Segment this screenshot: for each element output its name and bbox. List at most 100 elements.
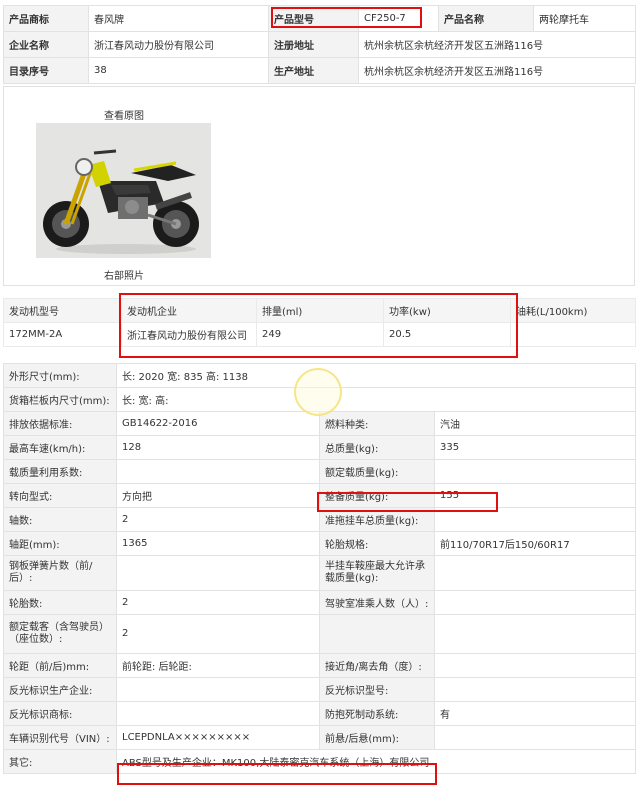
engine-table: 发动机型号 发动机企业 排量(ml) 功率(kw) 油耗(L/100km) 17… <box>3 298 636 347</box>
spec-label-left: 排放依据标准: <box>3 411 117 436</box>
power-header: 功率(kw) <box>383 298 511 323</box>
prod-address-label: 生产地址 <box>268 57 359 84</box>
spec-label-right: 燃料种类: <box>319 411 435 436</box>
spec-value-left: 2 <box>116 590 320 615</box>
specs-table: 外形尺寸(mm): 长: 2020 宽: 835 高: 1138 货箱栏板内尺寸… <box>3 363 637 774</box>
company-value: 浙江春风动力股份有限公司 <box>88 31 269 58</box>
spec-value-right: 汽油 <box>433 411 637 436</box>
spec-label-right: 反光标识型号: <box>319 677 435 702</box>
other-value: ABS型号及生产企业：MK100,大陆泰密克汽车系统（上海）有限公司 <box>115 749 637 774</box>
spec-label-left: 车辆识别代号（VIN）: <box>3 725 117 750</box>
product-name-label: 产品名称 <box>438 5 534 32</box>
trademark-value: 春风牌 <box>88 5 269 32</box>
spec-label-left: 最高车速(km/h): <box>3 435 117 460</box>
motorcycle-photo[interactable] <box>36 123 211 258</box>
spec-value-left: 2 <box>116 614 320 654</box>
model-value: CF250-7 <box>358 5 439 32</box>
spec-value-left: 1365 <box>116 531 320 556</box>
spec-value-left: 2 <box>116 507 320 532</box>
spec-value-left <box>116 677 320 702</box>
engine-model-header: 发动机型号 <box>3 298 122 323</box>
photo-caption: 右部照片 <box>104 271 144 282</box>
spec-value-right <box>433 614 637 654</box>
spec-row: 钢板弹簧片数（前/后）: 半挂车鞍座最大允许承载质量(kg): <box>3 555 637 591</box>
spec-label-right: 防抱死制动系统: <box>319 701 435 726</box>
spec-label-left: 轴距(mm): <box>3 531 117 556</box>
spec-value-left <box>116 701 320 726</box>
other-label: 其它: <box>3 749 117 774</box>
engine-header-row: 发动机型号 发动机企业 排量(ml) 功率(kw) 油耗(L/100km) <box>3 298 636 323</box>
engine-data-row: 172MM-2A 浙江春风动力股份有限公司 249 20.5 <box>3 322 636 347</box>
spec-label-right: 前悬/后悬(mm): <box>319 725 435 750</box>
spec-label-left: 钢板弹簧片数（前/后）: <box>3 555 117 591</box>
spec-label-left: 转向型式: <box>3 483 117 508</box>
reg-address-label: 注册地址 <box>268 31 359 58</box>
spec-row: 轴距(mm): 1365 轮胎规格: 前110/70R17后150/60R17 <box>3 531 637 556</box>
spec-value-left: 前轮距: 后轮距: <box>116 653 320 678</box>
spec-label-left: 反光标识生产企业: <box>3 677 117 702</box>
spec-label-right: 整备质量(kg): <box>319 483 435 508</box>
spec-value-right <box>433 653 637 678</box>
spec-value-right <box>433 555 637 591</box>
spec-label-right: 额定载质量(kg): <box>319 459 435 484</box>
spec-value-right <box>433 677 637 702</box>
spec-label-right: 轮胎规格: <box>319 531 435 556</box>
spec-value-left <box>116 459 320 484</box>
spec-value-left <box>116 555 320 591</box>
spec-label-right <box>319 614 435 654</box>
spec-label-left: 轮距（前/后)mm: <box>3 653 117 678</box>
engine-model-value: 172MM-2A <box>3 322 122 347</box>
company-label: 企业名称 <box>3 31 89 58</box>
spec-row-other: 其它: ABS型号及生产企业：MK100,大陆泰密克汽车系统（上海）有限公司 <box>3 749 637 774</box>
spec-row: 额定载客（含驾驶员）（座位数）: 2 <box>3 614 637 654</box>
cursor-highlight <box>294 368 342 416</box>
spec-label-right: 驾驶室准乘人数（人）: <box>319 590 435 615</box>
spec-label-left: 额定载客（含驾驶员）（座位数）: <box>3 614 117 654</box>
fuel-consumption-header: 油耗(L/100km) <box>510 298 636 323</box>
catalog-no-value: 38 <box>88 57 269 84</box>
cargo-value: 长: 宽: 高: <box>115 387 637 412</box>
spec-value-left: 128 <box>116 435 320 460</box>
spec-label-left: 反光标识商标: <box>3 701 117 726</box>
cargo-label: 货箱栏板内尺寸(mm): <box>3 387 117 412</box>
trademark-label: 产品商标 <box>3 5 89 32</box>
spec-row: 转向型式: 方向把 整备质量(kg): 155 <box>3 483 637 508</box>
spec-value-right: 155 <box>433 483 637 508</box>
spec-value-right <box>433 507 637 532</box>
spec-row: 轴数: 2 准拖挂车总质量(kg): <box>3 507 637 532</box>
spec-row: 反光标识商标: 防抱死制动系统: 有 <box>3 701 637 726</box>
spec-value-left: 方向把 <box>116 483 320 508</box>
engine-company-header: 发动机企业 <box>121 298 257 323</box>
displacement-header: 排量(ml) <box>256 298 384 323</box>
spec-label-left: 轮胎数: <box>3 590 117 615</box>
product-name-value: 两轮摩托车 <box>533 5 636 32</box>
dimensions-label: 外形尺寸(mm): <box>3 363 117 388</box>
spec-value-right <box>433 459 637 484</box>
view-original-link[interactable]: 查看原图 <box>104 107 144 122</box>
reg-address-value: 杭州余杭区余杭经济开发区五洲路116号 <box>358 31 636 58</box>
spec-label-left: 载质量利用系数: <box>3 459 117 484</box>
spec-row: 轮胎数: 2 驾驶室准乘人数（人）: <box>3 590 637 615</box>
spec-value-left: GB14622-2016 <box>116 411 320 436</box>
catalog-no-label: 目录序号 <box>3 57 89 84</box>
info-row-trademark: 产品商标 春风牌 产品型号 CF250-7 产品名称 两轮摩托车 <box>3 5 636 32</box>
spec-row: 反光标识生产企业: 反光标识型号: <box>3 677 637 702</box>
prod-address-value: 杭州余杭区余杭经济开发区五洲路116号 <box>358 57 636 84</box>
fuel-consumption-value <box>510 322 636 347</box>
spec-label-right: 接近角/离去角（度）: <box>319 653 435 678</box>
spec-label-right: 准拖挂车总质量(kg): <box>319 507 435 532</box>
spec-row: 车辆识别代号（VIN）: LCEPDNLA××××××××× 前悬/后悬(mm): <box>3 725 637 750</box>
spec-row: 最高车速(km/h): 128 总质量(kg): 335 <box>3 435 637 460</box>
spec-row: 载质量利用系数: 额定载质量(kg): <box>3 459 637 484</box>
dimensions-value: 长: 2020 宽: 835 高: 1138 <box>115 363 637 388</box>
spec-label-right: 半挂车鞍座最大允许承载质量(kg): <box>319 555 435 591</box>
engine-company-value: 浙江春风动力股份有限公司 <box>121 322 257 347</box>
motorcycle-image <box>36 123 211 258</box>
basic-info-table: 产品商标 春风牌 产品型号 CF250-7 产品名称 两轮摩托车 企业名称 浙江… <box>3 5 636 84</box>
spec-value-right: 335 <box>433 435 637 460</box>
spec-value-left: LCEPDNLA××××××××× <box>116 725 320 750</box>
spec-value-right: 前110/70R17后150/60R17 <box>433 531 637 556</box>
spec-label-left: 轴数: <box>3 507 117 532</box>
info-row-company: 企业名称 浙江春风动力股份有限公司 注册地址 杭州余杭区余杭经济开发区五洲路11… <box>3 31 636 58</box>
spec-value-right: 有 <box>433 701 637 726</box>
